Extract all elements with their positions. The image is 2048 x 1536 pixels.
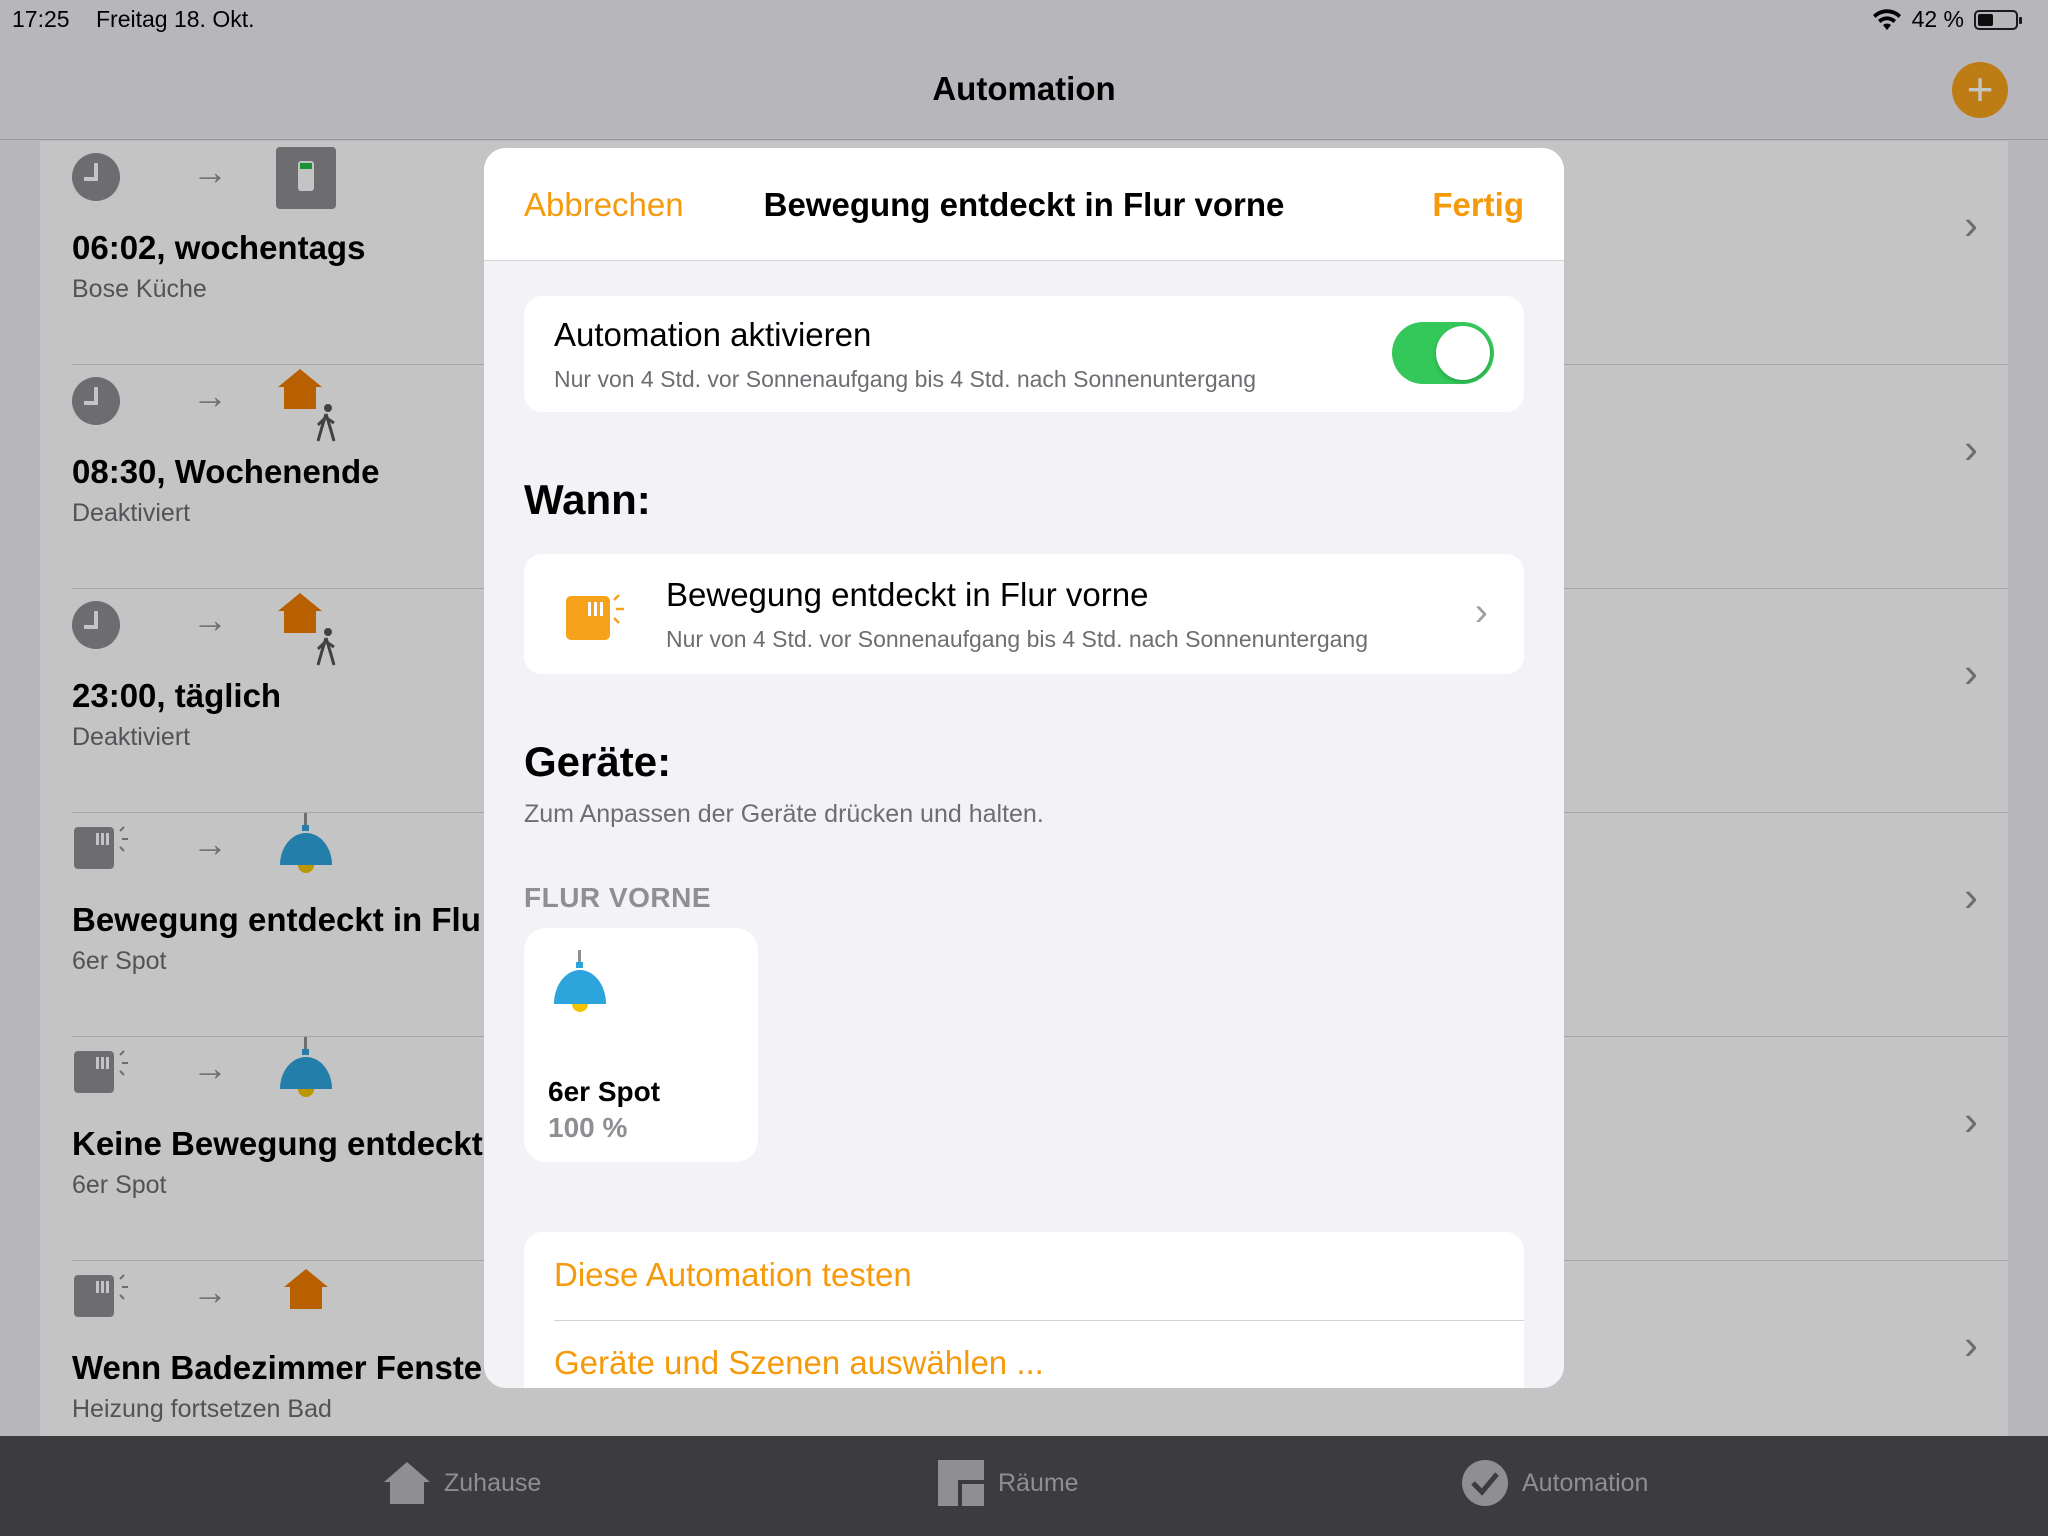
trigger-row[interactable]: Bewegung entdeckt in Flur vorne Nur von … [524,554,1524,674]
devices-hint: Zum Anpassen der Geräte drücken und halt… [524,800,1044,828]
toggle-knob [1436,326,1490,380]
automation-check-icon [1462,1460,1508,1506]
divider [554,1320,1524,1321]
tab-label: Zuhause [444,1468,542,1497]
sheet-header: Bewegung entdeckt in Flur vorne Abbreche… [484,148,1564,261]
enable-automation-label: Automation aktivieren [554,316,872,353]
tab-bar: Zuhause Räume Automation [0,1436,2048,1536]
home-icon [384,1462,430,1504]
trigger-subtitle: Nur von 4 Std. vor Sonnenaufgang bis 4 S… [666,626,1369,652]
device-tile[interactable]: 6er Spot 100 % [524,928,758,1162]
rooms-icon [938,1460,984,1506]
tab-automation[interactable]: Automation [1460,1458,1648,1508]
enable-automation-toggle[interactable] [1392,322,1494,384]
tab-label: Räume [998,1468,1079,1497]
enable-automation-subtitle: Nur von 4 Std. vor Sonnenaufgang bis 4 S… [554,366,1257,392]
device-name: 6er Spot [548,1076,661,1107]
lamp-icon [554,950,606,1012]
chevron-right-icon: › [1474,590,1488,634]
cancel-button[interactable]: Abbrechen [524,186,684,224]
trigger-title: Bewegung entdeckt in Flur vorne [666,576,1149,613]
when-heading: Wann: [524,476,651,523]
devices-heading: Geräte: [524,738,672,785]
tab-home[interactable]: Zuhause [382,1458,541,1508]
actions-card: Diese Automation testen Geräte und Szene… [524,1232,1524,1388]
device-value: 100 % [548,1112,628,1143]
enable-automation-card: Automation aktivieren Nur von 4 Std. vor… [524,296,1524,412]
room-label: FLUR VORNE [524,882,711,913]
tab-rooms[interactable]: Räume [936,1458,1079,1508]
select-devices-scenes-button[interactable]: Geräte und Szenen auswählen ... [554,1344,1044,1382]
done-button[interactable]: Fertig [1432,186,1524,224]
automation-detail-sheet: Bewegung entdeckt in Flur vorne Abbreche… [484,148,1564,1388]
test-automation-button[interactable]: Diese Automation testen [554,1256,912,1294]
tab-label: Automation [1522,1468,1649,1497]
motion-sensor-icon [566,594,624,640]
